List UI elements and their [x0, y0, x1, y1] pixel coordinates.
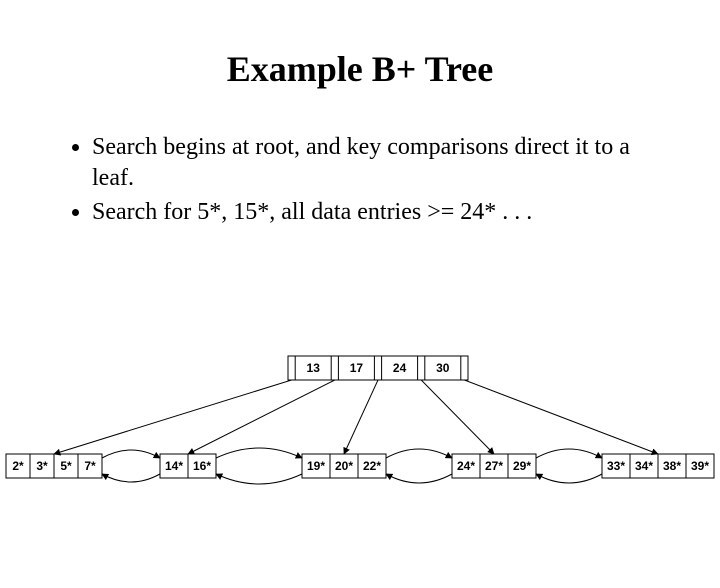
btree-diagram: 13 17 24 30 2* 3* 5* 7* 14* 16* 19* 20* …	[0, 346, 720, 506]
root-key: 13	[307, 361, 321, 375]
leaf-entry: 38*	[663, 459, 681, 473]
leaf-entry: 34*	[635, 459, 653, 473]
leaf-node-4: 33* 34* 38* 39*	[602, 454, 714, 478]
leaf-entry: 14*	[165, 459, 183, 473]
leaf-node-1: 14* 16*	[160, 454, 216, 478]
root-key: 30	[436, 361, 450, 375]
leaf-entry: 29*	[513, 459, 531, 473]
leaf-node-0: 2* 3* 5* 7*	[6, 454, 102, 478]
leaf-entry: 16*	[193, 459, 211, 473]
page-title: Example B+ Tree	[0, 48, 720, 90]
root-key: 24	[393, 361, 407, 375]
leaf-entry: 24*	[457, 459, 475, 473]
leaf-node-2: 19* 20* 22*	[302, 454, 386, 478]
leaf-entry: 39*	[691, 459, 709, 473]
bullet-list: Search begins at root, and key compariso…	[74, 132, 668, 228]
leaf-entry: 20*	[335, 459, 353, 473]
leaf-entry: 3*	[36, 459, 48, 473]
leaf-entry: 7*	[84, 459, 96, 473]
root-node: 13 17 24 30	[288, 356, 468, 380]
leaf-entry: 5*	[60, 459, 72, 473]
leaf-entry: 2*	[12, 459, 24, 473]
leaf-node-3: 24* 27* 29*	[452, 454, 536, 478]
leaf-entry: 27*	[485, 459, 503, 473]
bullet-item: Search begins at root, and key compariso…	[92, 132, 668, 193]
leaf-entry: 22*	[363, 459, 381, 473]
bullet-item: Search for 5*, 15*, all data entries >= …	[92, 197, 668, 228]
root-key: 17	[350, 361, 364, 375]
leaf-entry: 19*	[307, 459, 325, 473]
leaf-entry: 33*	[607, 459, 625, 473]
tree-edges	[54, 380, 658, 454]
